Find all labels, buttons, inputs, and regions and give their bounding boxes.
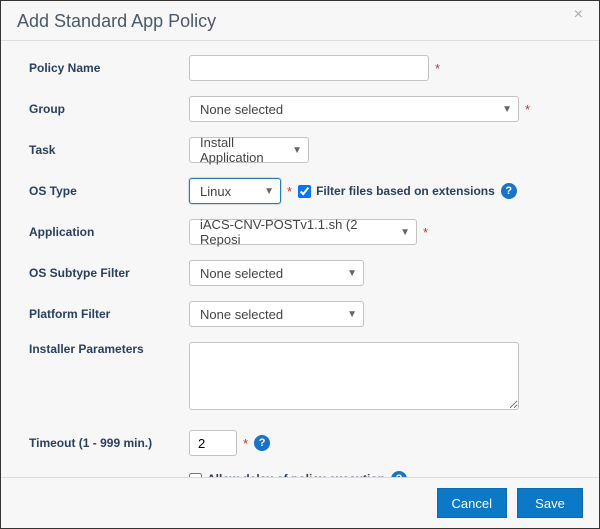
- field-os-type: Linux ▼ * Filter files based on extensio…: [189, 178, 579, 204]
- caret-down-icon: ▼: [347, 309, 357, 320]
- row-group: Group None selected ▼ *: [29, 96, 579, 122]
- row-task: Task Install Application ▼: [29, 137, 579, 163]
- required-mark: *: [525, 102, 530, 117]
- caret-down-icon: ▼: [502, 104, 512, 115]
- caret-down-icon: ▼: [292, 145, 302, 156]
- row-platform: Platform Filter None selected ▼: [29, 301, 579, 327]
- label-group: Group: [29, 102, 189, 116]
- platform-select-value: None selected: [200, 307, 283, 322]
- filter-files-checkbox[interactable]: [298, 185, 311, 198]
- caret-down-icon: ▼: [264, 186, 274, 197]
- cancel-button[interactable]: Cancel: [437, 488, 507, 518]
- close-icon[interactable]: ×: [574, 7, 583, 23]
- label-os-type: OS Type: [29, 184, 189, 198]
- help-icon[interactable]: ?: [501, 183, 517, 199]
- installer-params-input[interactable]: [189, 342, 519, 410]
- field-timeout: * ?: [189, 430, 579, 456]
- filter-files-wrapper: Filter files based on extensions: [298, 184, 495, 198]
- help-icon[interactable]: ?: [254, 435, 270, 451]
- field-policy-name: *: [189, 55, 579, 81]
- os-subtype-select-value: None selected: [200, 266, 283, 281]
- save-button[interactable]: Save: [517, 488, 583, 518]
- row-policy-name: Policy Name *: [29, 55, 579, 81]
- group-select-value: None selected: [200, 102, 283, 117]
- os-type-select-value: Linux: [200, 184, 231, 199]
- required-mark: *: [435, 61, 440, 76]
- label-platform: Platform Filter: [29, 307, 189, 321]
- policy-name-input[interactable]: [189, 55, 429, 81]
- task-select[interactable]: Install Application ▼: [189, 137, 309, 163]
- label-policy-name: Policy Name: [29, 61, 189, 75]
- field-platform: None selected ▼: [189, 301, 579, 327]
- row-os-type: OS Type Linux ▼ * Filter files based on …: [29, 178, 579, 204]
- modal-add-standard-app-policy: Add Standard App Policy × Policy Name * …: [0, 0, 600, 529]
- task-select-value: Install Application: [200, 135, 292, 165]
- label-installer-params: Installer Parameters: [29, 342, 189, 356]
- platform-select[interactable]: None selected ▼: [189, 301, 364, 327]
- row-os-subtype: OS Subtype Filter None selected ▼: [29, 260, 579, 286]
- caret-down-icon: ▼: [347, 268, 357, 279]
- group-select[interactable]: None selected ▼: [189, 96, 519, 122]
- row-timeout: Timeout (1 - 999 min.) * ?: [29, 430, 579, 456]
- timeout-input[interactable]: [189, 430, 237, 456]
- field-application: iACS-CNV-POSTv1.1.sh (2 Reposi ▼ *: [189, 219, 579, 245]
- application-select[interactable]: iACS-CNV-POSTv1.1.sh (2 Reposi ▼: [189, 219, 417, 245]
- field-os-subtype: None selected ▼: [189, 260, 579, 286]
- caret-down-icon: ▼: [400, 227, 410, 238]
- row-installer-params: Installer Parameters: [29, 342, 579, 410]
- label-os-subtype: OS Subtype Filter: [29, 266, 189, 280]
- modal-body: Policy Name * Group None selected ▼ * Ta…: [1, 41, 599, 477]
- row-application: Application iACS-CNV-POSTv1.1.sh (2 Repo…: [29, 219, 579, 245]
- label-application: Application: [29, 225, 189, 239]
- required-mark: *: [423, 225, 428, 240]
- field-group: None selected ▼ *: [189, 96, 579, 122]
- required-mark: *: [287, 184, 292, 199]
- modal-footer: Cancel Save: [1, 477, 599, 528]
- modal-title: Add Standard App Policy: [17, 11, 216, 32]
- modal-header: Add Standard App Policy ×: [1, 1, 599, 41]
- field-installer-params: [189, 342, 579, 410]
- field-task: Install Application ▼: [189, 137, 579, 163]
- application-select-value: iACS-CNV-POSTv1.1.sh (2 Reposi: [200, 217, 400, 247]
- os-type-select[interactable]: Linux ▼: [189, 178, 281, 204]
- label-timeout: Timeout (1 - 999 min.): [29, 436, 189, 450]
- filter-files-label: Filter files based on extensions: [316, 184, 495, 198]
- label-task: Task: [29, 143, 189, 157]
- required-mark: *: [243, 436, 248, 451]
- os-subtype-select[interactable]: None selected ▼: [189, 260, 364, 286]
